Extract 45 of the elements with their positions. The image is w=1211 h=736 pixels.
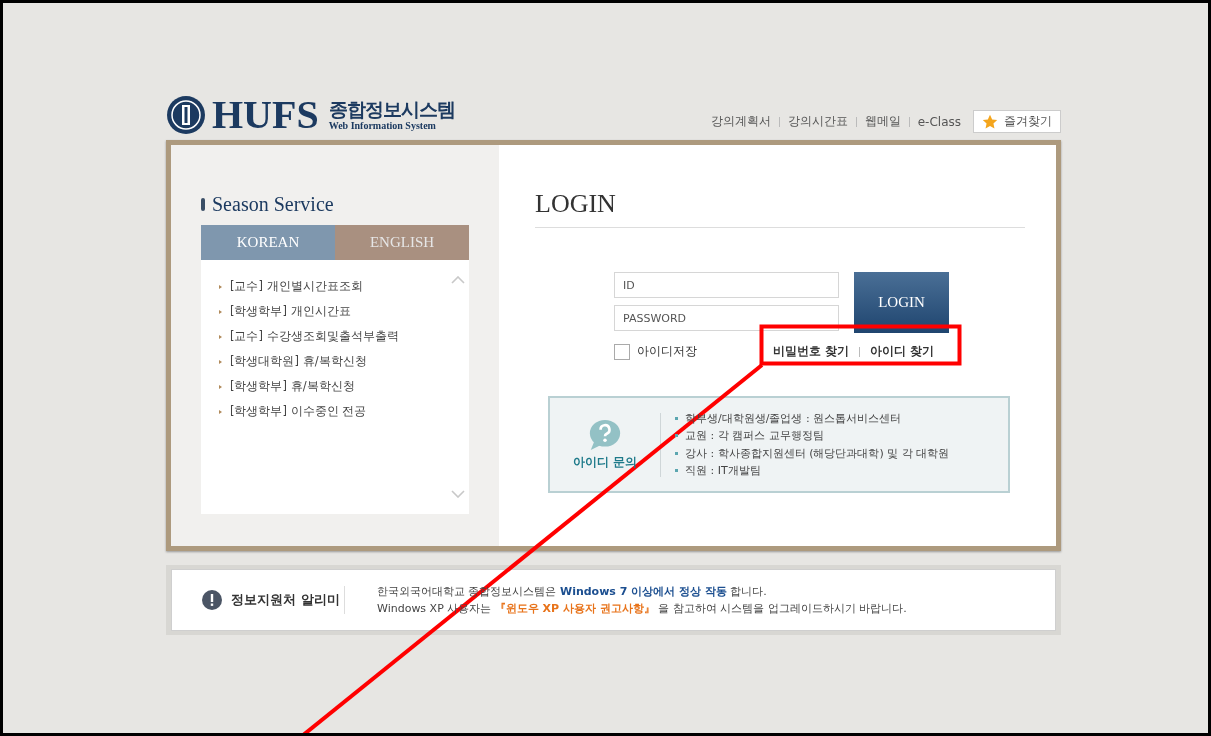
inquiry-text: 직원 : IT개발팀 <box>685 463 761 479</box>
scroll-down-icon[interactable] <box>451 490 465 498</box>
login-title: LOGIN <box>535 189 1025 228</box>
favorites-button[interactable]: 즐겨찾기 <box>973 110 1061 133</box>
top-link[interactable]: 웹메일 <box>864 113 901 130</box>
find-link[interactable]: 아이디 찾기 <box>870 344 935 359</box>
find-link[interactable]: 비밀번호 찾기 <box>773 344 849 359</box>
bullet-icon <box>219 284 222 289</box>
bullet-icon <box>219 384 222 389</box>
section-title: Season Service <box>212 193 334 216</box>
scroll-up-icon[interactable] <box>451 276 465 284</box>
top-link[interactable]: 강의시간표 <box>787 113 848 130</box>
inquiry-text: 교원 : 각 캠퍼스 교무행정팀 <box>685 428 824 444</box>
bullet-icon <box>219 334 222 339</box>
notice-title: 정보지원처 알리미 <box>231 591 340 609</box>
checkbox-label: 아이디저장 <box>637 343 697 360</box>
password-field[interactable]: PASSWORD <box>614 305 839 331</box>
bullet-icon <box>675 469 678 473</box>
logo-subtitle: Web Information System <box>328 119 436 131</box>
top-link[interactable]: 강의계획서 <box>710 113 771 130</box>
emblem-icon <box>166 95 206 135</box>
service-link[interactable]: [교수] 수강생조회및출석부출력 <box>230 329 399 344</box>
bullet-icon <box>675 416 678 420</box>
service-link[interactable]: [교수] 개인별시간표조회 <box>230 279 363 294</box>
top-link[interactable]: e-Class <box>917 114 961 129</box>
star-icon <box>982 113 998 130</box>
bullet-icon <box>219 409 222 414</box>
service-link[interactable]: [학생학부] 이수중인 전공 <box>230 404 367 419</box>
inquiry-title: 아이디 문의 <box>573 455 637 470</box>
title-bullet-icon <box>201 198 205 211</box>
checkbox[interactable] <box>614 343 630 360</box>
id-field[interactable]: ID <box>614 272 839 298</box>
exclamation-icon <box>202 590 222 610</box>
bullet-icon <box>219 359 222 364</box>
logo-text: HUFS <box>212 95 319 135</box>
inquiry-text: 강사 : 학사종합지원센터 (해당단과대학) 및 각 대학원 <box>685 445 950 461</box>
bullet-icon <box>675 434 678 438</box>
bullet-icon <box>219 309 222 314</box>
login-button[interactable]: LOGIN <box>854 272 949 333</box>
service-link[interactable]: [학생학부] 휴/복학신청 <box>230 379 355 394</box>
question-bubble-icon <box>587 419 623 451</box>
service-link[interactable]: [학생학부] 개인시간표 <box>230 304 351 319</box>
service-link[interactable]: [학생대학원] 휴/복학신청 <box>230 354 367 369</box>
logo-title: 종합정보시스템 <box>328 99 455 120</box>
bullet-icon <box>675 451 678 455</box>
